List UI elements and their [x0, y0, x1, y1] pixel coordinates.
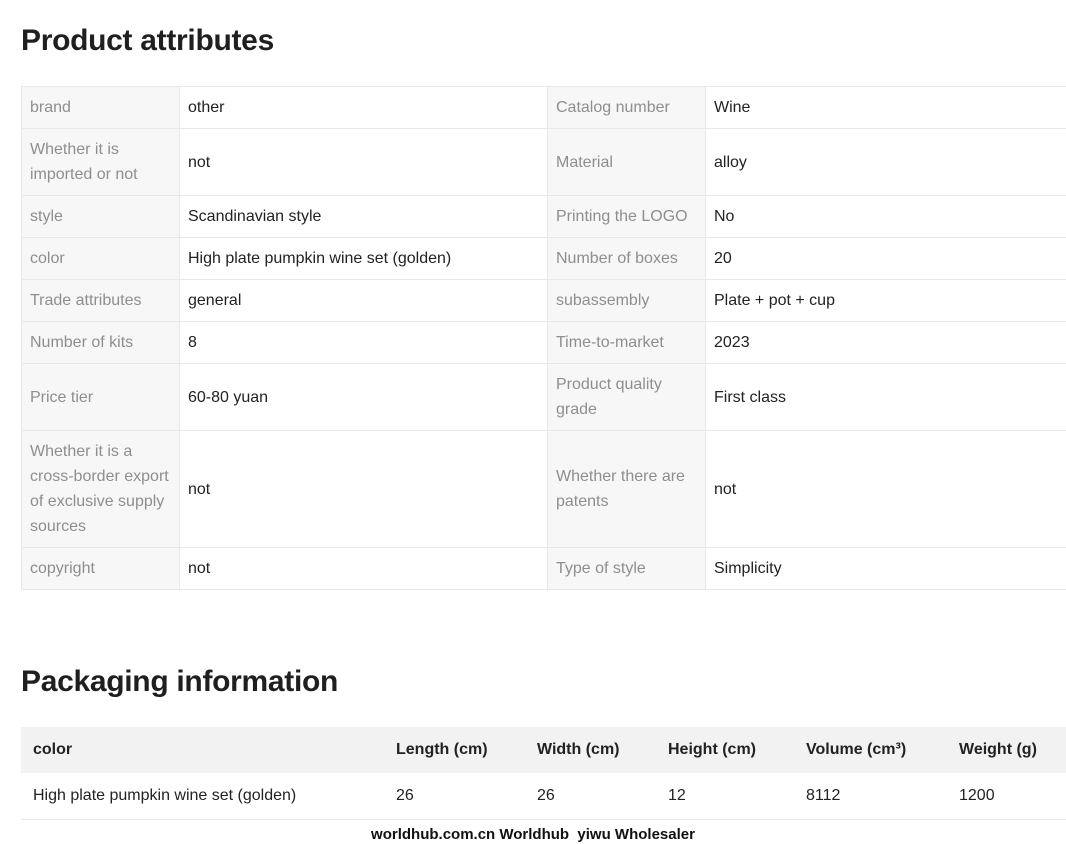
attribute-value: not: [179, 547, 548, 590]
attribute-row: Number of kits 8 Time-to-market 2023: [21, 321, 1066, 364]
attribute-key: subassembly: [547, 279, 706, 322]
attribute-key: Number of boxes: [547, 237, 706, 280]
column-header-height: Height (cm): [656, 727, 794, 773]
table-row: High plate pumpkin wine set (golden) 26 …: [21, 773, 1066, 820]
attribute-value: 8: [179, 321, 548, 364]
attribute-value: Wine: [705, 86, 1066, 129]
product-attributes-heading: Product attributes: [21, 24, 274, 57]
attribute-value: Simplicity: [705, 547, 1066, 590]
attribute-value: general: [179, 279, 548, 322]
attribute-row: Trade attributes general subassembly Pla…: [21, 279, 1066, 322]
attribute-value: not: [179, 430, 548, 548]
attribute-key: Whether it is imported or not: [21, 128, 180, 196]
attribute-key: Whether it is a cross-border export of e…: [21, 430, 180, 548]
attribute-key: brand: [21, 86, 180, 129]
attribute-value: not: [705, 430, 1066, 548]
cell-width: 26: [525, 773, 656, 820]
attribute-value: 20: [705, 237, 1066, 280]
cell-weight: 1200: [947, 773, 1066, 820]
attribute-key: Type of style: [547, 547, 706, 590]
packaging-header-row: color Length (cm) Width (cm) Height (cm)…: [21, 727, 1066, 773]
attribute-row: style Scandinavian style Printing the LO…: [21, 195, 1066, 238]
attribute-key: Trade attributes: [21, 279, 180, 322]
footer-watermark: worldhub.com.cn Worldhub yiwu Wholesaler: [371, 826, 695, 843]
column-header-width: Width (cm): [525, 727, 656, 773]
attribute-value: alloy: [705, 128, 1066, 196]
column-header-weight: Weight (g): [947, 727, 1066, 773]
attribute-key: Printing the LOGO: [547, 195, 706, 238]
packaging-table: color Length (cm) Width (cm) Height (cm)…: [21, 727, 1066, 820]
attribute-key: Whether there are patents: [547, 430, 706, 548]
attribute-key: Product quality grade: [547, 363, 706, 431]
attribute-row: copyright not Type of style Simplicity: [21, 547, 1066, 590]
attribute-key: Catalog number: [547, 86, 706, 129]
attribute-value: No: [705, 195, 1066, 238]
column-header-color: color: [21, 727, 384, 773]
attribute-value: 60-80 yuan: [179, 363, 548, 431]
packaging-information-heading: Packaging information: [21, 665, 339, 698]
attribute-value: First class: [705, 363, 1066, 431]
attribute-key: Number of kits: [21, 321, 180, 364]
attribute-value: Plate + pot + cup: [705, 279, 1066, 322]
cell-length: 26: [384, 773, 525, 820]
column-header-volume: Volume (cm³): [794, 727, 947, 773]
product-attributes-table: brand other Catalog number Wine Whether …: [21, 86, 1066, 590]
attribute-row: Whether it is a cross-border export of e…: [21, 430, 1066, 548]
column-header-length: Length (cm): [384, 727, 525, 773]
attribute-key: copyright: [21, 547, 180, 590]
cell-height: 12: [656, 773, 794, 820]
attribute-value: other: [179, 86, 548, 129]
attribute-value: Scandinavian style: [179, 195, 548, 238]
page: Product attributes brand other Catalog n…: [0, 0, 1066, 844]
attribute-row: Price tier 60-80 yuan Product quality gr…: [21, 363, 1066, 431]
attribute-value: not: [179, 128, 548, 196]
attribute-key: style: [21, 195, 180, 238]
attribute-value: High plate pumpkin wine set (golden): [179, 237, 548, 280]
attribute-row: brand other Catalog number Wine: [21, 86, 1066, 129]
attribute-key: color: [21, 237, 180, 280]
attribute-row: color High plate pumpkin wine set (golde…: [21, 237, 1066, 280]
attribute-value: 2023: [705, 321, 1066, 364]
attribute-key: Material: [547, 128, 706, 196]
attribute-key: Price tier: [21, 363, 180, 431]
attribute-row: Whether it is imported or not not Materi…: [21, 128, 1066, 196]
attribute-key: Time-to-market: [547, 321, 706, 364]
cell-volume: 8112: [794, 773, 947, 820]
cell-color: High plate pumpkin wine set (golden): [21, 773, 384, 820]
